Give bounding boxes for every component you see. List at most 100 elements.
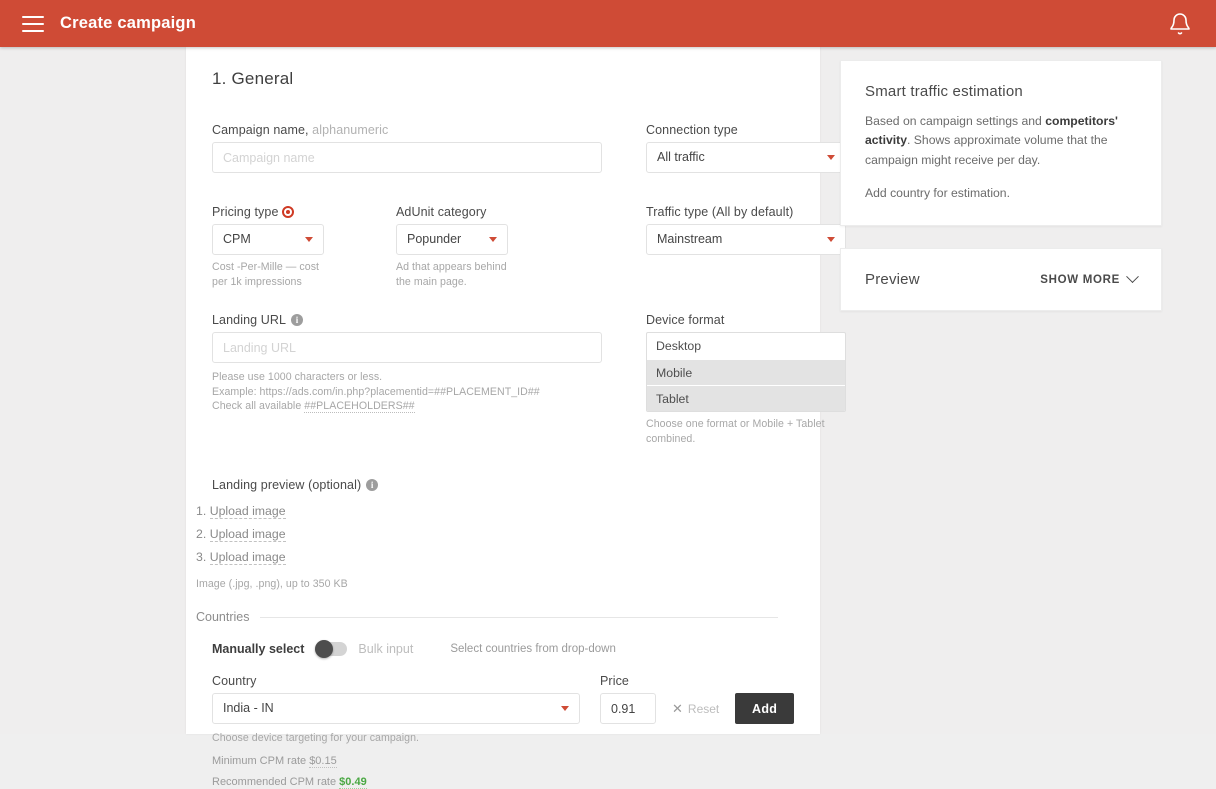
estimation-body-prefix: Based on campaign settings and	[865, 114, 1046, 128]
smart-traffic-estimation-body: Based on campaign settings and competito…	[865, 112, 1137, 170]
selection-mode-toggle-row: Manually select Bulk input Select countr…	[212, 640, 794, 659]
device-format-label: Device format	[646, 313, 725, 328]
campaign-name-field: Campaign name, alphanumeric	[212, 123, 602, 173]
adunit-category-hint: Ad that appears behind the main page.	[396, 261, 507, 288]
upload-image-row-3: 3. Upload image	[196, 550, 794, 566]
upload-image-number-1: 1.	[196, 504, 207, 519]
upload-image-link-3[interactable]: Upload image	[209, 550, 286, 566]
page-title: Create campaign	[60, 14, 196, 32]
placeholders-link[interactable]: ##PLACEHOLDERS##	[304, 400, 415, 414]
smart-traffic-estimation-card: Smart traffic estimation Based on campai…	[840, 60, 1162, 227]
reset-button-label: Reset	[687, 701, 720, 716]
show-more-button[interactable]: SHOW MORE	[1040, 270, 1139, 286]
recommended-cpm-rate-row: Recommended CPM rate $0.49	[212, 775, 794, 789]
connection-type-label: Connection type	[646, 123, 738, 137]
chevron-down-icon	[305, 237, 313, 242]
notification-bell-icon[interactable]	[1168, 12, 1192, 36]
campaign-name-label-muted: alphanumeric	[308, 123, 389, 137]
bulk-input-label[interactable]: Bulk input	[358, 642, 413, 656]
toggle-knob	[315, 640, 334, 659]
country-targeting-hint: Choose device targeting for your campaig…	[212, 732, 420, 745]
recommended-cpm-rate-label: Recommended CPM rate	[212, 775, 340, 788]
recommended-cpm-rate-value: $0.49	[339, 775, 367, 789]
section-title-general: 1. General	[212, 69, 294, 88]
pricing-type-label-text: Pricing type	[212, 205, 279, 219]
chevron-down-icon	[827, 237, 835, 242]
landing-preview-label-text: Landing preview (optional)	[212, 478, 362, 493]
upload-image-row-1: 1. Upload image	[196, 504, 794, 520]
manually-select-label[interactable]: Manually select	[212, 642, 304, 656]
close-icon: ✕	[672, 700, 683, 716]
pricing-type-select[interactable]: CPM	[212, 224, 324, 255]
show-more-label: SHOW MORE	[1040, 273, 1120, 286]
countries-legend-label: Countries	[196, 610, 250, 625]
landing-url-label-text: Landing URL	[212, 313, 287, 328]
country-price-row: Country India - IN Price ✕ Reset Add	[212, 674, 794, 725]
connection-type-select[interactable]: All traffic	[646, 142, 846, 173]
add-country-button[interactable]: Add	[735, 693, 794, 725]
divider	[259, 616, 778, 618]
landing-url-hint-line1: Please use 1000 characters or less.	[212, 371, 383, 384]
pricing-type-target-icon[interactable]	[281, 206, 294, 218]
upload-image-number-3: 3.	[196, 550, 207, 565]
smart-traffic-estimation-note: Add country for estimation.	[865, 185, 1010, 200]
device-format-field: Device format Desktop Mobile Tablet Choo…	[646, 313, 846, 446]
campaign-name-label: Campaign name, alphanumeric	[212, 123, 602, 137]
sidebar: Smart traffic estimation Based on campai…	[840, 60, 1162, 333]
landing-preview-label: Landing preview (optional) i	[212, 478, 794, 492]
landing-url-hint-line3: Check all available ##PLACEHOLDERS##	[212, 399, 602, 414]
chevron-down-icon	[561, 706, 569, 712]
upload-image-row-2: 2. Upload image	[196, 527, 794, 543]
info-icon[interactable]: i	[366, 479, 379, 492]
minimum-cpm-rate-label: Minimum CPM rate	[212, 754, 310, 767]
country-value: India - IN	[223, 701, 274, 716]
pricing-type-value: CPM	[223, 232, 251, 246]
device-format-option-tablet[interactable]: Tablet	[647, 385, 845, 412]
device-format-hint: Choose one format or Mobile + Tablet com…	[646, 418, 825, 445]
campaign-form-panel: 1. General Campaign name, alphanumeric C…	[186, 47, 846, 789]
adunit-category-field: AdUnit category Popunder Ad that appears…	[396, 205, 508, 289]
price-input[interactable]	[600, 693, 656, 725]
campaign-name-input[interactable]	[212, 142, 602, 173]
minimum-cpm-rate-row: Minimum CPM rate $0.15	[212, 754, 794, 768]
info-icon[interactable]: i	[291, 314, 304, 327]
smart-traffic-estimation-title: Smart traffic estimation	[865, 83, 1023, 100]
upload-image-link-2[interactable]: Upload image	[209, 527, 286, 543]
hamburger-menu-icon[interactable]	[22, 15, 44, 32]
upload-image-number-2: 2.	[196, 527, 207, 542]
landing-url-hint-line2: Example: https://ads.com/in.php?placemen…	[212, 385, 540, 398]
pricing-type-hint: Cost -Per-Mille — cost per 1k impression…	[212, 261, 320, 288]
traffic-type-value: Mainstream	[657, 232, 723, 246]
device-format-listbox[interactable]: Desktop Mobile Tablet	[646, 332, 846, 413]
chevron-down-icon	[489, 237, 497, 242]
adunit-category-select[interactable]: Popunder	[396, 224, 508, 255]
adunit-category-label: AdUnit category	[396, 205, 487, 219]
countries-helper-note: Select countries from drop-down	[450, 643, 616, 656]
adunit-category-value: Popunder	[407, 232, 462, 246]
country-label: Country	[212, 674, 257, 689]
landing-preview-section: Landing preview (optional) i 1. Upload im…	[196, 478, 794, 592]
pricing-type-label: Pricing type	[212, 205, 324, 219]
landing-url-hint-line3-prefix: Check all available	[212, 400, 305, 413]
landing-preview-hint: Image (.jpg, .png), up to 350 KB	[196, 578, 348, 591]
device-format-option-desktop[interactable]: Desktop	[647, 333, 845, 359]
landing-url-label: Landing URL i	[212, 313, 602, 327]
price-field: Price	[600, 674, 656, 725]
chevron-down-icon	[1126, 270, 1139, 284]
bulk-input-toggle[interactable]	[315, 640, 348, 659]
price-label: Price	[600, 674, 629, 689]
traffic-type-select[interactable]: Mainstream	[646, 224, 846, 255]
campaign-name-label-main: Campaign name,	[212, 123, 309, 137]
landing-url-input[interactable]	[212, 332, 602, 364]
page-canvas: 1. General Campaign name, alphanumeric C…	[0, 47, 1216, 789]
countries-legend: Countries	[196, 610, 778, 624]
device-format-option-mobile[interactable]: Mobile	[647, 359, 845, 386]
pricing-type-field: Pricing type CPM Cost -Per-Mille — cost …	[212, 205, 324, 289]
preview-card-title: Preview	[865, 271, 920, 289]
reset-button[interactable]: ✕ Reset	[672, 693, 719, 724]
upload-image-link-1[interactable]: Upload image	[209, 504, 286, 520]
country-select[interactable]: India - IN	[212, 693, 580, 725]
minimum-cpm-rate-value: $0.15	[309, 754, 337, 768]
traffic-type-label: Traffic type (All by default)	[646, 205, 794, 219]
chevron-down-icon	[827, 155, 835, 160]
